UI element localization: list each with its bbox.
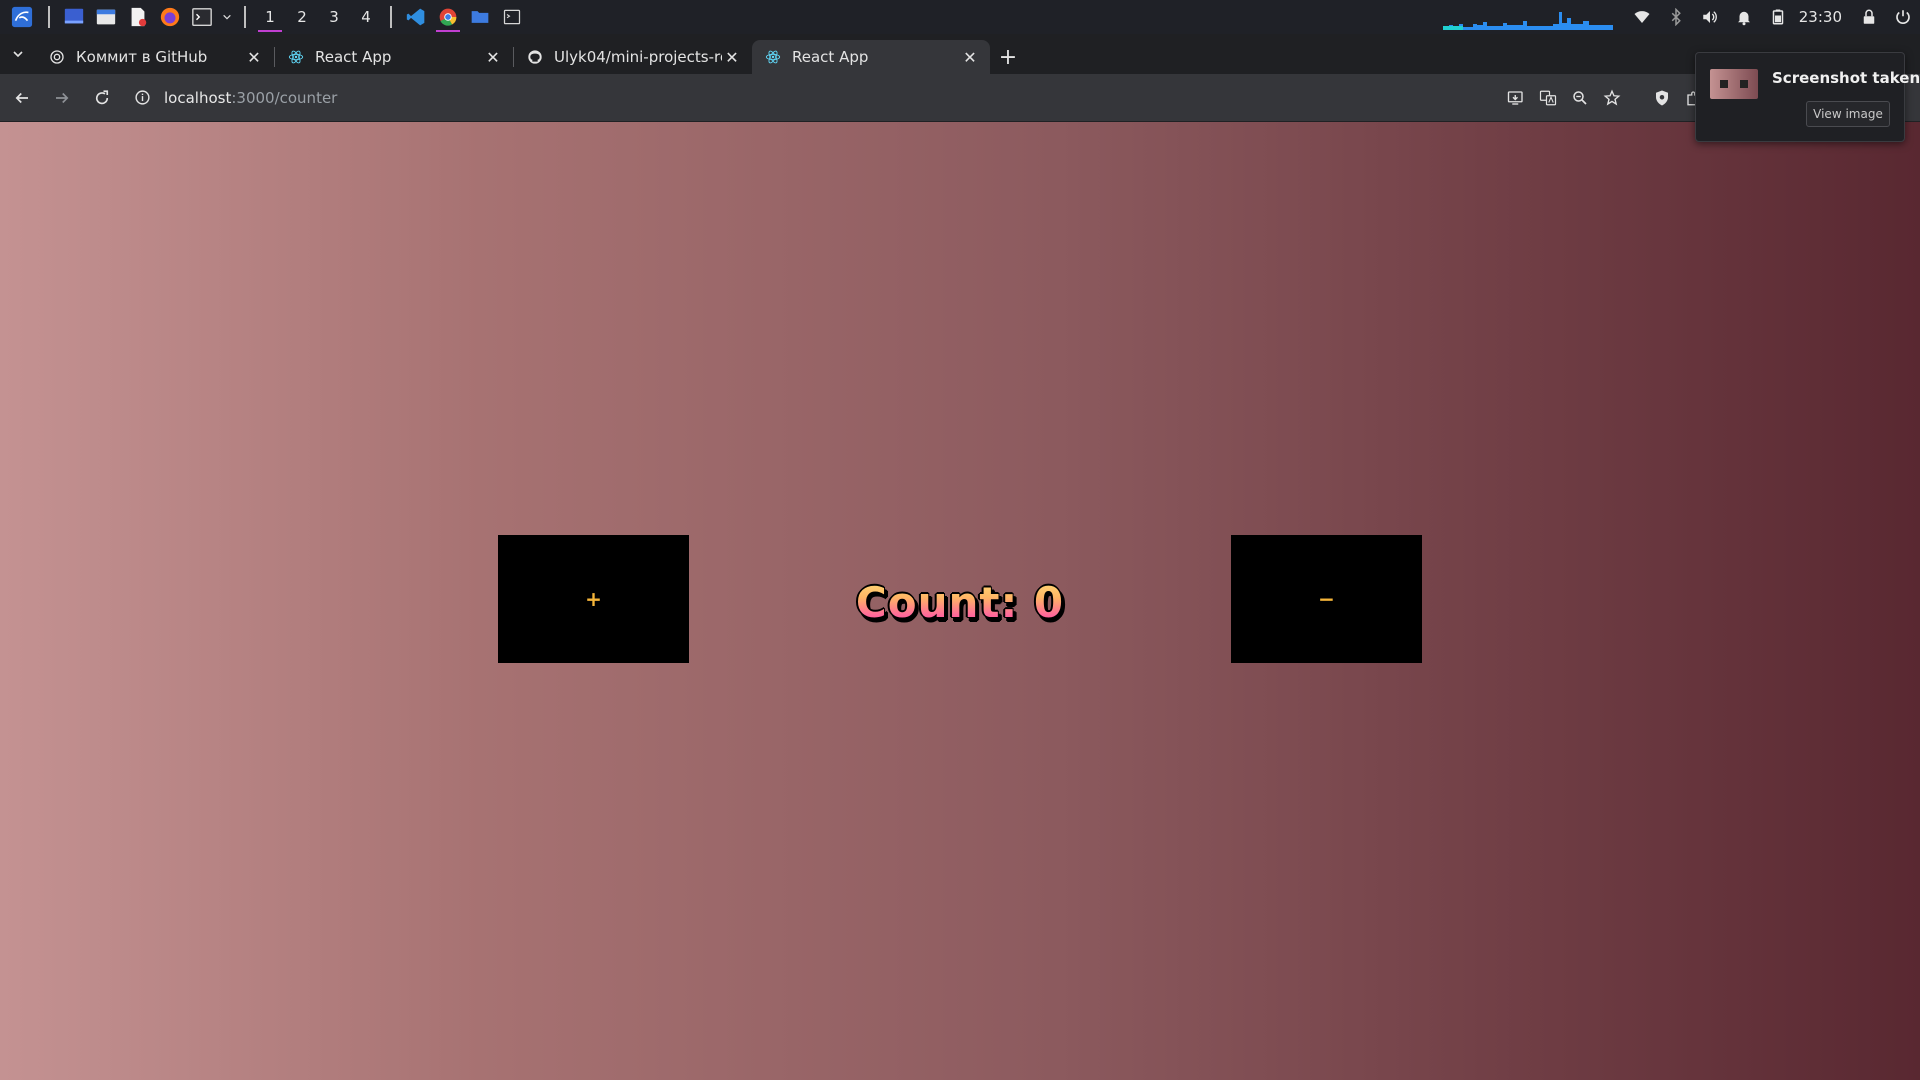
- wifi-icon[interactable]: [1625, 0, 1659, 34]
- back-button[interactable]: [4, 80, 40, 116]
- workspace-3[interactable]: 3: [318, 0, 350, 34]
- openai-icon: [48, 48, 66, 66]
- tab-title: Коммит в GitHub: [76, 48, 208, 66]
- tab-0[interactable]: Коммит в GitHub ✕: [36, 40, 274, 74]
- install-app-icon[interactable]: [1500, 80, 1532, 116]
- reload-button[interactable]: [84, 80, 120, 116]
- new-tab-button[interactable]: +: [990, 40, 1026, 74]
- workspace-2[interactable]: 2: [286, 0, 318, 34]
- panel-separator: [390, 6, 392, 28]
- forward-button[interactable]: [44, 80, 80, 116]
- terminal-window-icon[interactable]: [496, 0, 528, 34]
- count-display: Count: 0: [848, 577, 1072, 627]
- address-bar[interactable]: localhost:3000/counter: [128, 80, 1468, 116]
- chrome-icon[interactable]: [432, 0, 464, 34]
- screenshot-notification[interactable]: Screenshot taken View image: [1695, 52, 1920, 142]
- tab-title: Ulyk04/mini-projects-rea: [554, 48, 722, 66]
- increment-button[interactable]: +: [498, 535, 689, 663]
- bookmark-star-icon[interactable]: [1596, 80, 1628, 116]
- file-manager-icon[interactable]: [90, 0, 122, 34]
- lock-icon[interactable]: [1852, 0, 1886, 34]
- page-content: + Count: 0 −: [0, 122, 1920, 1080]
- system-panel: 1 2 3 4 23:30: [0, 0, 1920, 34]
- logout-icon[interactable]: [1886, 0, 1920, 34]
- plus-symbol: +: [585, 587, 602, 611]
- folder-icon[interactable]: [464, 0, 496, 34]
- close-icon[interactable]: ✕: [483, 47, 503, 67]
- reload-icon: [95, 89, 109, 104]
- kali-menu-icon[interactable]: [9, 4, 35, 30]
- url-host: localhost: [164, 88, 232, 107]
- react-icon: [287, 48, 305, 66]
- view-image-button[interactable]: View image: [1806, 101, 1890, 127]
- close-icon[interactable]: ✕: [960, 47, 980, 67]
- url-path: :3000/counter: [231, 88, 338, 107]
- terminal-icon[interactable]: [186, 0, 218, 34]
- workspace-1[interactable]: 1: [254, 0, 286, 34]
- tab-search-button[interactable]: [0, 34, 36, 74]
- text-editor-icon[interactable]: [122, 0, 154, 34]
- desktop-icon[interactable]: [58, 0, 90, 34]
- tab-title: React App: [792, 48, 869, 66]
- panel-separator: [244, 6, 246, 28]
- zoom-icon[interactable]: [1564, 80, 1596, 116]
- close-icon[interactable]: ✕: [722, 47, 742, 67]
- decrement-button[interactable]: −: [1231, 535, 1422, 663]
- github-icon: [526, 48, 544, 66]
- notification-title: Screenshot taken: [1772, 69, 1920, 87]
- clock[interactable]: 23:30: [1795, 8, 1852, 26]
- cpu-graph: [1442, 12, 1613, 30]
- tab-strip: Коммит в GitHub ✕ React App ✕ Ulyk04/min…: [0, 34, 1920, 74]
- tab-3-active[interactable]: React App ✕: [752, 40, 990, 74]
- chevron-down-icon[interactable]: [218, 0, 236, 34]
- workspace-4[interactable]: 4: [350, 0, 382, 34]
- screenshot-thumbnail[interactable]: [1710, 69, 1758, 99]
- close-icon[interactable]: ✕: [244, 47, 264, 67]
- site-info-icon[interactable]: [128, 89, 156, 106]
- tab-2[interactable]: Ulyk04/mini-projects-rea ✕: [514, 40, 752, 74]
- tab-1[interactable]: React App ✕: [275, 40, 513, 74]
- volume-icon[interactable]: [1693, 0, 1727, 34]
- firefox-icon[interactable]: [154, 0, 186, 34]
- notification-bell-icon[interactable]: [1727, 0, 1761, 34]
- bluetooth-icon[interactable]: [1659, 0, 1693, 34]
- panel-separator: [48, 6, 50, 28]
- arrow-right-icon: [56, 92, 69, 103]
- chevron-down-icon: [13, 51, 23, 58]
- minus-symbol: −: [1318, 587, 1335, 611]
- browser-toolbar: localhost:3000/counter: [0, 74, 1920, 122]
- translate-icon[interactable]: [1532, 80, 1564, 116]
- react-icon: [764, 48, 782, 66]
- count-text: Count: 0: [855, 577, 1065, 627]
- tab-title: React App: [315, 48, 392, 66]
- vscode-icon[interactable]: [400, 0, 432, 34]
- shield-extension-icon[interactable]: [1646, 80, 1678, 116]
- battery-icon[interactable]: [1761, 0, 1795, 34]
- arrow-left-icon: [15, 92, 28, 103]
